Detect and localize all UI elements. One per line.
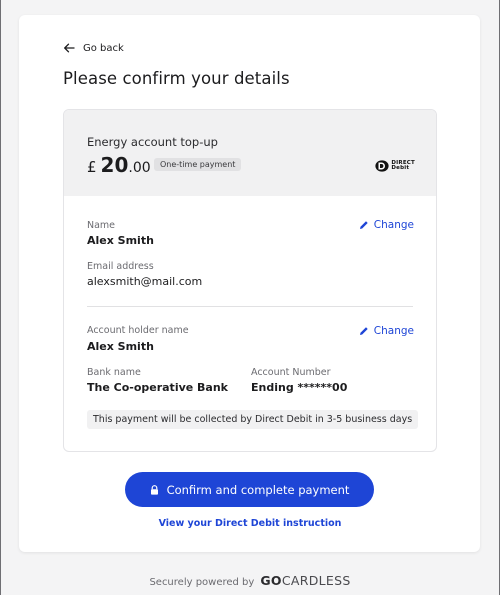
brand-bold: GO [260, 573, 282, 588]
account-holder-label: Account holder name [87, 325, 189, 336]
gocardless-logo: GOCARDLESS [260, 573, 350, 588]
payment-amount: £ 20 .00 [87, 153, 151, 177]
email-label: Email address [87, 261, 154, 272]
email-value: alexsmith@mail.com [87, 275, 203, 288]
arrow-left-icon [64, 43, 75, 53]
payment-summary: Energy account top-up £ 20 .00 One-time … [63, 109, 437, 452]
powered-by-footer: Securely powered by GOCARDLESS [0, 573, 500, 588]
bank-name-value: The Co-operative Bank [87, 381, 229, 394]
change-bank-button[interactable]: Change [359, 325, 414, 337]
collection-notice: This payment will be collected by Direct… [87, 410, 419, 429]
page-title: Please confirm your details [63, 69, 290, 88]
payment-type-badge: One-time payment [154, 158, 242, 171]
bank-name-label: Bank name [87, 367, 141, 378]
powered-by-text: Securely powered by [149, 577, 255, 588]
direct-debit-word-2: Debit [391, 165, 410, 171]
confirm-payment-button[interactable]: Confirm and complete payment [125, 472, 374, 507]
account-number-value: Ending ******00 [251, 381, 348, 394]
amount-minor: .00 [128, 160, 151, 176]
direct-debit-mark-icon [375, 160, 390, 172]
pencil-icon [359, 327, 368, 335]
view-instruction-link[interactable]: View your Direct Debit instruction [0, 518, 500, 529]
brand-rest: CARDLESS [281, 573, 351, 588]
go-back-link[interactable]: Go back [63, 42, 124, 54]
lock-icon [150, 484, 158, 495]
go-back-label: Go back [83, 42, 124, 54]
amount-major: 20 [100, 153, 129, 177]
section-divider [87, 306, 413, 307]
change-customer-button[interactable]: Change [359, 219, 414, 231]
direct-debit-wordmark: DIRECT Debit [391, 160, 415, 171]
change-label: Change [373, 219, 414, 231]
account-number-label: Account Number [251, 367, 331, 378]
currency-symbol: £ [87, 158, 97, 176]
payment-description: Energy account top-up [87, 135, 218, 149]
name-label: Name [87, 220, 116, 231]
confirm-label: Confirm and complete payment [166, 482, 350, 497]
name-value: Alex Smith [87, 234, 154, 247]
direct-debit-logo-icon: DIRECT Debit [375, 160, 415, 172]
change-label: Change [373, 325, 414, 337]
account-holder-value: Alex Smith [87, 340, 154, 353]
pencil-icon [359, 221, 368, 229]
payment-header: Energy account top-up £ 20 .00 One-time … [64, 110, 436, 196]
